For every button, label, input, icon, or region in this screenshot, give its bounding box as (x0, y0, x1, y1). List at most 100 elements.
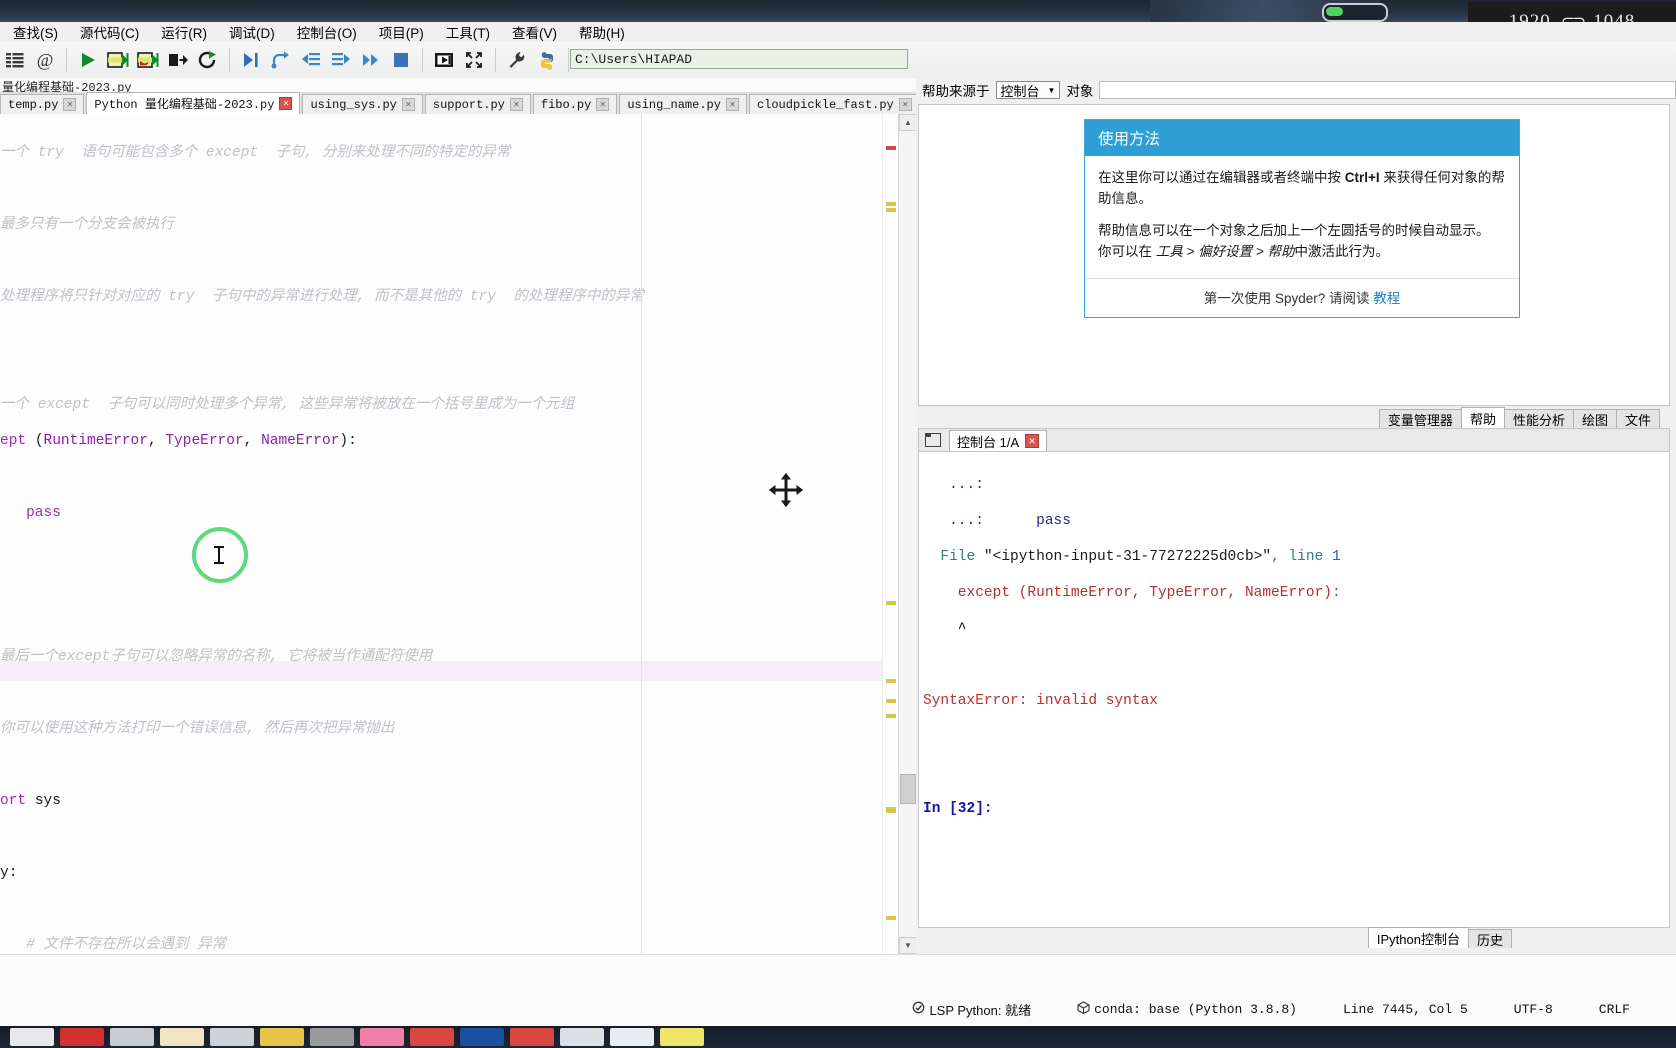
menu-item-project[interactable]: 项目(P) (368, 20, 435, 44)
menu-item-console[interactable]: 控制台(O) (286, 20, 368, 44)
console-output[interactable]: ...: ...: pass File "<ipython-input-31-7… (919, 452, 1669, 854)
taskbar-item[interactable] (60, 1028, 104, 1046)
taskbar-item[interactable] (310, 1028, 354, 1046)
taskbar-item[interactable] (510, 1028, 554, 1046)
close-icon[interactable]: ✕ (1025, 434, 1040, 448)
taskbar-item[interactable] (160, 1028, 204, 1046)
taskbar-item[interactable] (10, 1028, 54, 1046)
tab-variable-explorer[interactable]: 变量管理器 (1378, 409, 1462, 428)
code-editor[interactable]: 一个 try 语句可能包含多个 except 子句, 分别来处理不同的特定的异常… (0, 114, 898, 954)
menu-item-tools[interactable]: 工具(T) (435, 20, 501, 44)
status-eol[interactable]: CRLF (1599, 1002, 1630, 1017)
close-icon[interactable]: ✕ (898, 98, 912, 111)
fullscreen-icon[interactable] (459, 45, 489, 75)
editor-tab-label: Python 量化编程基础-2023.py (94, 98, 275, 112)
close-icon[interactable]: ✕ (279, 97, 293, 110)
run-selection-icon[interactable] (163, 45, 193, 75)
editor-code-content: 一个 try 语句可能包含多个 except 子句, 分别来处理不同的特定的异常… (0, 114, 644, 954)
close-icon[interactable]: ✕ (725, 98, 739, 111)
preferences-wrench-icon[interactable] (502, 45, 532, 75)
cursor-position-text: Line 7445, Col 5 (1342, 1001, 1468, 1017)
tab-files[interactable]: 文件 (1615, 409, 1660, 428)
warning-marker[interactable] (886, 679, 896, 683)
status-conda[interactable]: conda: base (Python 3.8.8) (1077, 1000, 1297, 1018)
editor-tab-temp[interactable]: temp.py ✕ (0, 94, 85, 114)
editor-tab-using-sys[interactable]: using_sys.py ✕ (302, 94, 423, 114)
warning-marker[interactable] (886, 809, 896, 813)
editor-marker-gutter[interactable] (882, 114, 899, 954)
debug-stop-icon[interactable] (386, 45, 416, 75)
warning-marker[interactable] (886, 208, 896, 212)
help-source-select[interactable]: 控制台 ▼ (995, 81, 1061, 99)
close-icon[interactable]: ✕ (401, 98, 415, 111)
maximize-pane-icon[interactable] (429, 45, 459, 75)
help-object-input[interactable] (1099, 81, 1676, 99)
editor-tab-cloudpickle-fast[interactable]: cloudpickle_fast.py ✕ (748, 94, 920, 114)
console-tab-1A[interactable]: 控制台 1/A ✕ (949, 430, 1048, 451)
editor-tab-quant-basics[interactable]: Python 量化编程基础-2023.py ✕ (86, 92, 301, 114)
warning-marker[interactable] (886, 202, 896, 206)
run-file-icon[interactable] (73, 45, 103, 75)
scroll-up-arrow-icon[interactable]: ▲ (899, 114, 917, 131)
status-cursor-position[interactable]: Line 7445, Col 5 (1343, 1002, 1468, 1017)
tab-ipython-console[interactable]: IPython控制台 (1367, 927, 1469, 948)
status-encoding[interactable]: UTF-8 (1514, 1002, 1553, 1017)
undock-pane-icon[interactable] (925, 433, 941, 447)
taskbar-item[interactable] (610, 1028, 654, 1046)
taskbar-item[interactable] (210, 1028, 254, 1046)
debug-step-into-icon[interactable] (296, 45, 326, 75)
tab-profiler[interactable]: 性能分析 (1503, 409, 1574, 428)
editor-tab-using-name[interactable]: using_name.py ✕ (619, 94, 747, 114)
warning-marker[interactable] (886, 699, 896, 703)
tab-plots[interactable]: 绘图 (1572, 409, 1617, 428)
at-sign-icon[interactable]: @ (30, 45, 60, 75)
move-cursor-icon (766, 470, 806, 510)
close-icon[interactable]: ✕ (509, 98, 523, 111)
taskbar-item[interactable] (460, 1028, 504, 1046)
menu-item-view[interactable]: 查看(V) (501, 20, 568, 44)
taskbar-item[interactable] (660, 1028, 704, 1046)
help-usage-card: 使用方法 在这里你可以通过在编辑器或者终端中按 Ctrl+I 来获得任何对象的帮… (1084, 119, 1520, 318)
menu-item-debug[interactable]: 调试(D) (218, 20, 286, 44)
file-list-icon[interactable] (0, 45, 30, 75)
working-directory-input[interactable]: C:\Users\HIAPAD (570, 49, 908, 69)
ipython-console-panel: 控制台 1/A ✕ ...: ...: pass File "<ipython-… (918, 428, 1670, 928)
taskbar-item[interactable] (260, 1028, 304, 1046)
rerun-icon[interactable] (193, 45, 223, 75)
tab-history[interactable]: 历史 (1467, 929, 1512, 948)
console-file-path: "<ipython-input-31-77272225d0cb>" (983, 549, 1272, 565)
warning-marker[interactable] (886, 714, 896, 718)
editor-tab-fibo[interactable]: fibo.py ✕ (532, 94, 618, 114)
help-card-paragraph-1: 在这里你可以通过在编辑器或者终端中按 Ctrl+I 来获得任何对象的帮助信息。 (1098, 167, 1506, 209)
scroll-down-arrow-icon[interactable]: ▼ (899, 937, 917, 954)
close-icon[interactable]: ✕ (596, 98, 610, 111)
editor-vertical-scrollbar[interactable]: ▲ ▼ (898, 114, 917, 954)
debug-file-icon[interactable] (236, 45, 266, 75)
debug-continue-icon[interactable] (356, 45, 386, 75)
close-icon[interactable]: ✕ (63, 98, 77, 111)
menu-item-source[interactable]: 源代码(C) (69, 20, 150, 44)
debug-step-over-icon[interactable] (266, 45, 296, 75)
warning-marker[interactable] (886, 601, 896, 605)
conda-status-text: conda: base (Python 3.8.8) (1094, 1001, 1297, 1017)
run-cell-advance-icon[interactable] (133, 45, 163, 75)
scrollbar-thumb[interactable] (900, 774, 916, 804)
taskbar-item[interactable] (110, 1028, 154, 1046)
run-cell-icon[interactable] (103, 45, 133, 75)
python-path-manager-icon[interactable] (532, 45, 562, 75)
error-marker[interactable] (886, 146, 896, 150)
warning-marker[interactable] (886, 916, 896, 920)
menu-item-find[interactable]: 查找(S) (2, 20, 69, 44)
editor-tab-support[interactable]: support.py ✕ (424, 94, 531, 114)
tutorial-link[interactable]: 教程 (1373, 291, 1400, 306)
console-file-mid: , line (1271, 549, 1332, 565)
taskbar-item[interactable] (410, 1028, 454, 1046)
taskbar-item[interactable] (560, 1028, 604, 1046)
right-pane: 帮助来源于 控制台 ▼ 对象 使用方法 在这里你可以通过在编辑器或者终端中按 C… (916, 78, 1676, 954)
menu-item-run[interactable]: 运行(R) (150, 20, 218, 44)
debug-step-return-icon[interactable] (326, 45, 356, 75)
taskbar-item[interactable] (360, 1028, 404, 1046)
status-lsp[interactable]: LSP Python: 就绪 (912, 1000, 1031, 1019)
tab-help[interactable]: 帮助 (1460, 407, 1505, 428)
menu-item-help[interactable]: 帮助(H) (568, 20, 636, 44)
